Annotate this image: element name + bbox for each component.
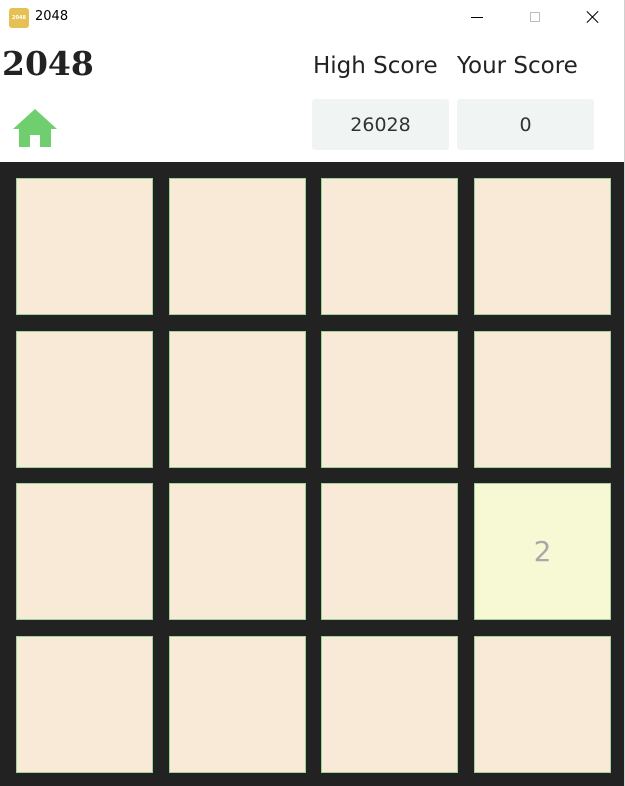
empty-tile: [169, 636, 306, 773]
empty-tile: [474, 178, 611, 315]
maximize-button[interactable]: [512, 0, 558, 34]
title-bar[interactable]: 2048 2048: [0, 0, 624, 36]
empty-tile: [321, 178, 458, 315]
empty-tile: [16, 636, 153, 773]
high-score-label: High Score: [313, 53, 438, 79]
your-score-value: 0: [457, 99, 594, 150]
tile-2: 2: [474, 483, 611, 620]
your-score-label: Your Score: [457, 53, 578, 79]
empty-tile: [169, 331, 306, 468]
window-title: 2048: [35, 9, 69, 24]
empty-tile: [321, 331, 458, 468]
empty-tile: [16, 331, 153, 468]
close-icon: [586, 10, 600, 24]
app-2048-icon: 2048: [9, 8, 29, 28]
game-title: 2048: [2, 44, 94, 83]
empty-tile: [474, 331, 611, 468]
minimize-icon: [471, 16, 483, 18]
empty-tile: [16, 178, 153, 315]
empty-tile: [321, 483, 458, 620]
high-score-value: 26028: [312, 99, 449, 150]
empty-tile: [474, 636, 611, 773]
empty-tile: [16, 483, 153, 620]
game-board[interactable]: 2: [0, 162, 624, 786]
game-window: 2048 2048 2048 High Score Your Score 260…: [0, 0, 625, 786]
home-button[interactable]: [11, 108, 59, 148]
minimize-button[interactable]: [454, 0, 500, 34]
empty-tile: [321, 636, 458, 773]
close-button[interactable]: [570, 0, 616, 34]
empty-tile: [169, 178, 306, 315]
maximize-icon: [530, 12, 540, 22]
home-icon: [13, 109, 57, 147]
empty-tile: [169, 483, 306, 620]
